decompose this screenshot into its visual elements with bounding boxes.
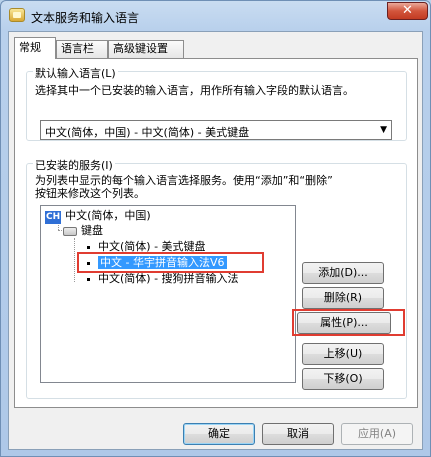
tree-item-language[interactable]: CH 中文(简体，中国) <box>45 208 151 224</box>
installed-services-description-line2: 按钮来修改这个列表。 <box>35 187 145 200</box>
tab-advanced-key-settings[interactable]: 高级键设置 <box>108 40 184 58</box>
tab-general[interactable]: 常规 <box>14 37 56 59</box>
move-down-button[interactable]: 下移(O) <box>302 368 384 390</box>
add-button[interactable]: 添加(D)... <box>302 262 384 284</box>
installed-services-tree[interactable]: CH 中文(简体，中国) 键盘 中文(简体) - 美式键盘 中文 - 华宇拼音输入… <box>40 205 296 383</box>
remove-button[interactable]: 删除(R) <box>302 287 384 309</box>
default-language-description: 选择其中一个已安装的输入语言，用作所有输入字段的默认语言。 <box>35 84 354 97</box>
apply-button[interactable]: 应用(A) <box>341 423 413 445</box>
tree-item-keyboard-category[interactable]: 键盘 <box>63 223 103 239</box>
highlight-box <box>77 252 264 273</box>
bullet-icon <box>87 245 90 249</box>
tab-language-bar[interactable]: 语言栏 <box>56 40 108 58</box>
language-badge: CH <box>45 211 62 224</box>
move-up-button[interactable]: 上移(U) <box>302 343 384 365</box>
text-services-icon <box>9 8 25 22</box>
window-title: 文本服务和输入语言 <box>31 11 140 25</box>
chevron-down-icon: ▼ <box>380 125 387 135</box>
keyboard-icon <box>63 226 77 236</box>
installed-services-description-line1: 为列表中显示的每个输入语言选择服务。使用“添加”和“删除” <box>35 174 333 187</box>
bullet-icon <box>87 277 90 281</box>
default-language-dropdown[interactable]: 中文(简体，中国) - 中文(简体) - 美式键盘 ▼ <box>40 120 392 140</box>
tree-connector <box>74 238 75 282</box>
installed-services-group-title: 已安装的服务(I) <box>33 157 115 173</box>
tree-language-label: 中文(简体，中国) <box>65 209 151 222</box>
title-bar[interactable]: 文本服务和输入语言 ✕ <box>1 1 430 31</box>
tree-service-label: 中文(简体) - 搜狗拼音输入法 <box>98 272 239 285</box>
properties-button[interactable]: 属性(P)... <box>297 312 391 334</box>
tree-category-label: 键盘 <box>81 224 103 237</box>
cancel-button[interactable]: 取消 <box>262 423 334 445</box>
ok-button[interactable]: 确定 <box>183 423 255 445</box>
default-language-group-title: 默认输入语言(L) <box>33 65 118 81</box>
default-language-selected: 中文(简体，中国) - 中文(简体) - 美式键盘 <box>45 126 250 139</box>
dialog-window: 文本服务和输入语言 ✕ 常规 语言栏 高级键设置 默认输入语言(L) 选择其中一… <box>0 0 431 457</box>
dialog-client: 常规 语言栏 高级键设置 默认输入语言(L) 选择其中一个已安装的输入语言，用作… <box>8 31 423 450</box>
tree-item-service[interactable]: 中文(简体) - 搜狗拼音输入法 <box>87 271 239 287</box>
close-button[interactable]: ✕ <box>387 2 428 20</box>
